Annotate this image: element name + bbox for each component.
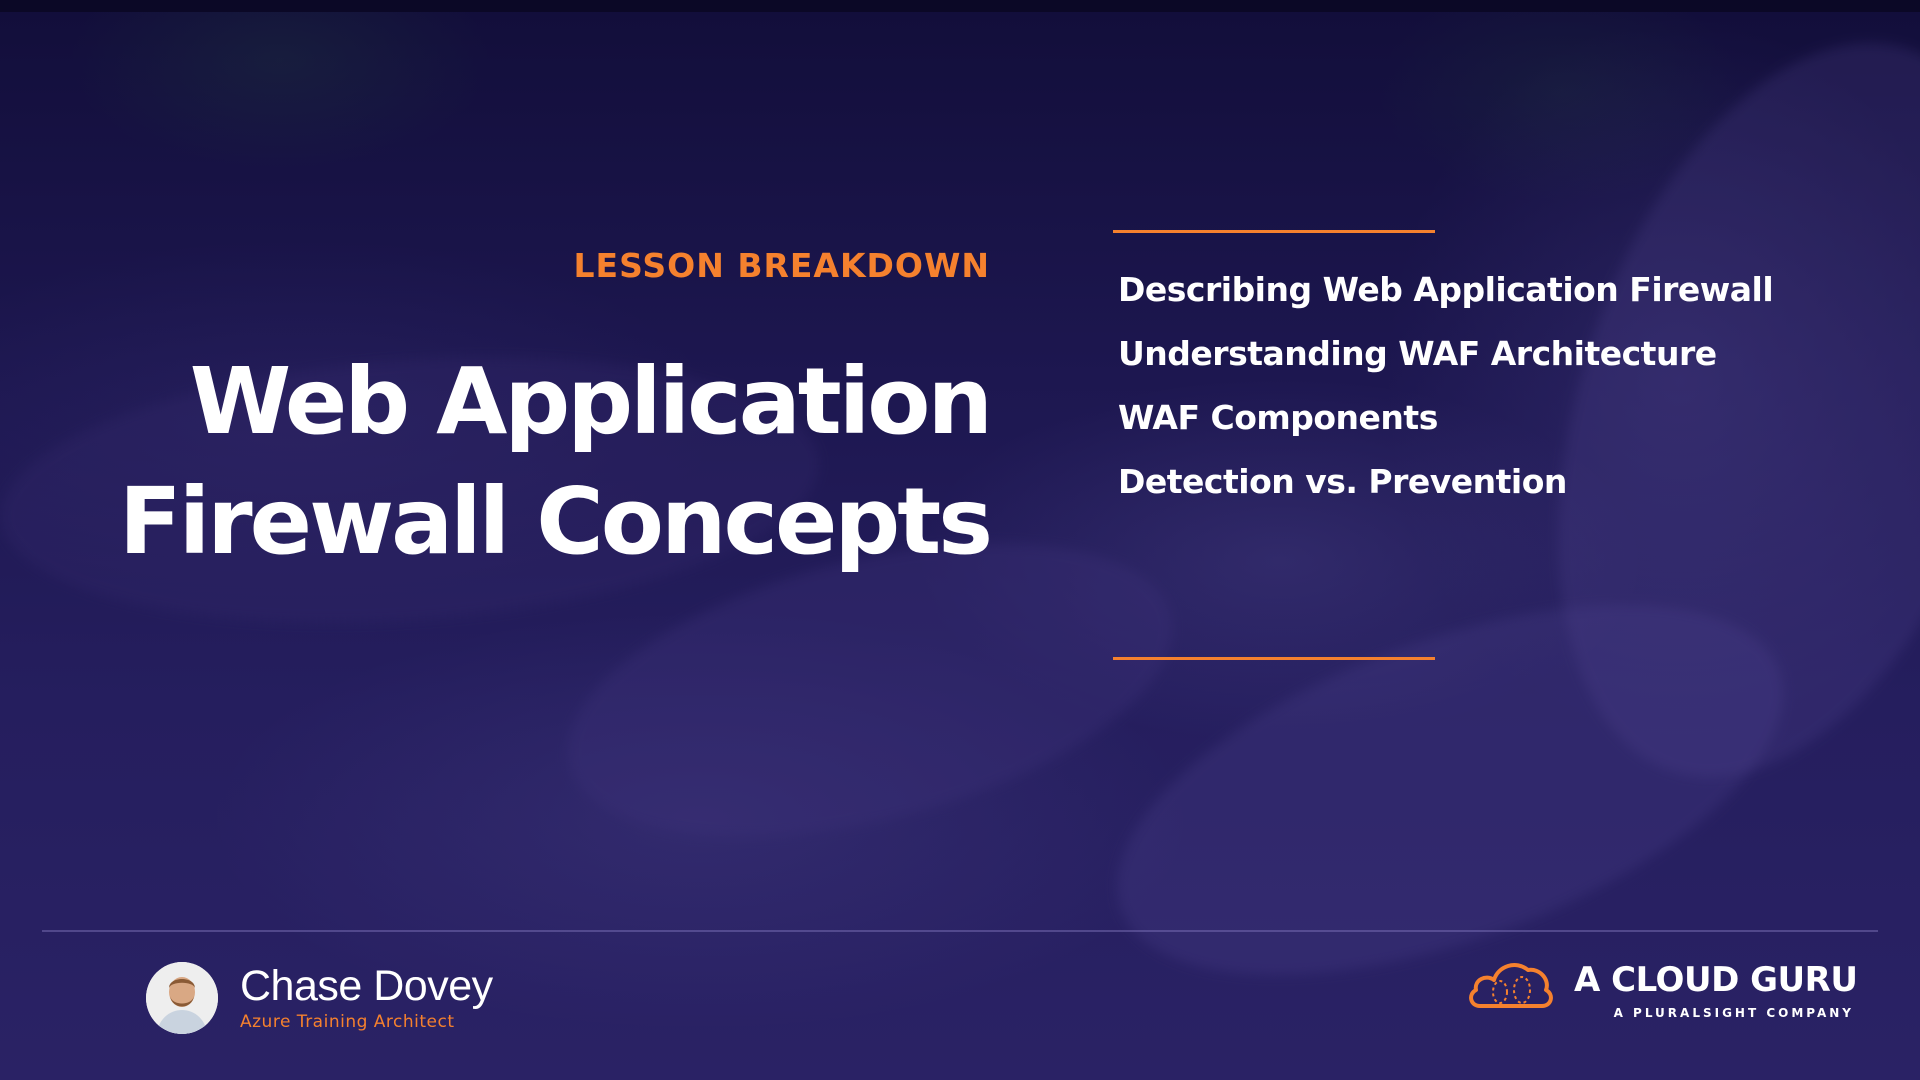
topic-item: Describing Web Application Firewall — [1118, 270, 1774, 309]
topic-item: Detection vs. Prevention — [1118, 462, 1567, 501]
slide-title: Web Application Firewall Concepts — [90, 342, 993, 582]
footer-divider — [42, 930, 1878, 932]
slide: LESSON BREAKDOWN Web Application Firewal… — [0, 0, 1920, 1080]
brand-tagline: A PLURALSIGHT COMPANY — [1613, 1006, 1854, 1020]
accent-divider-bottom — [1113, 657, 1435, 660]
brand-block: A CLOUD GURU A PLURALSIGHT COMPANY — [1466, 952, 1858, 1032]
topic-list: Describing Web Application Firewall Unde… — [1118, 258, 1774, 514]
presenter-name: Chase Dovey — [240, 962, 493, 1010]
brand-name: A CLOUD GURU — [1574, 960, 1858, 1000]
slide-title-line: Web Application — [189, 348, 993, 455]
topic-item: Understanding WAF Architecture — [1118, 334, 1717, 373]
avatar — [146, 962, 218, 1034]
section-label: LESSON BREAKDOWN — [573, 246, 990, 285]
presenter-role: Azure Training Architect — [240, 1012, 455, 1032]
topic-item: WAF Components — [1118, 398, 1438, 437]
slide-title-line: Firewall Concepts — [118, 468, 993, 575]
cloud-logo-icon — [1469, 963, 1553, 1008]
top-bar — [0, 0, 1920, 12]
accent-divider-top — [1113, 230, 1435, 233]
